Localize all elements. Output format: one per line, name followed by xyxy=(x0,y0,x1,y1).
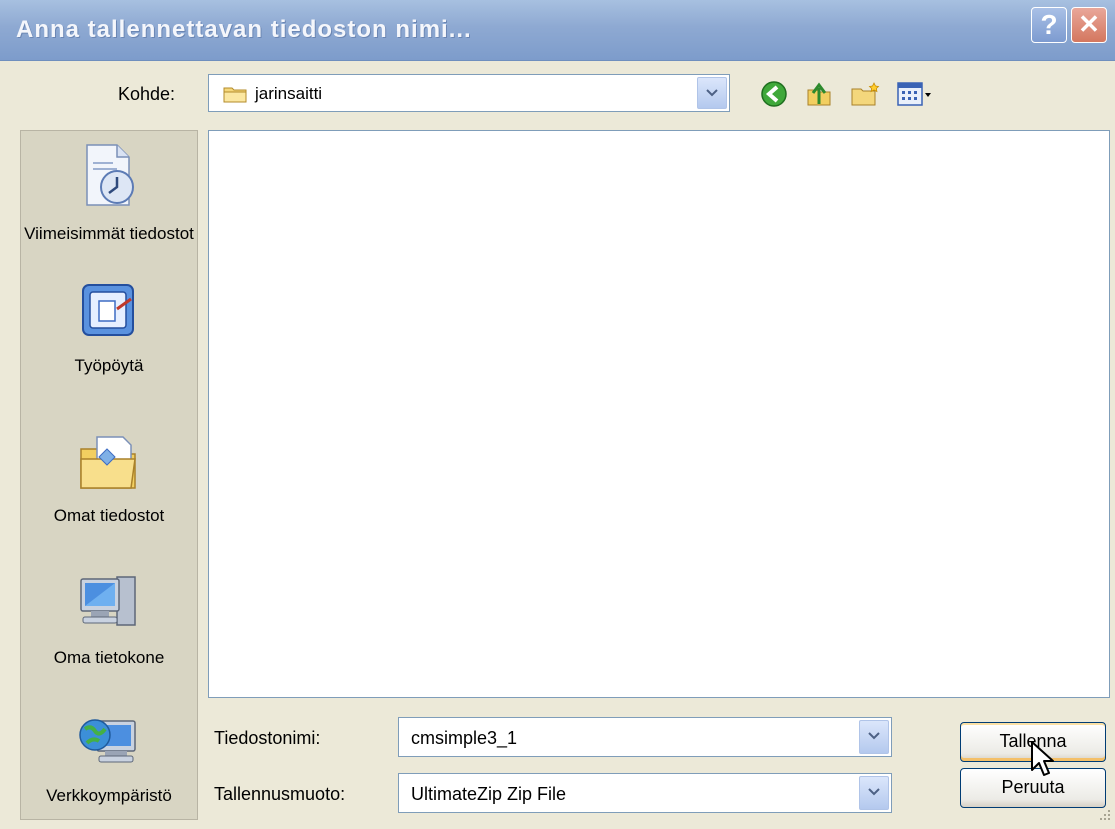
filename-label: Tiedostonimi: xyxy=(214,728,321,748)
places-bar: Viimeisimmät tiedostot Työpöytä Omat tie… xyxy=(20,130,198,820)
title-bar[interactable]: Anna tallennettavan tiedoston nimi... ? … xyxy=(0,0,1115,61)
filetype-dropdown[interactable]: UltimateZip Zip File xyxy=(398,773,892,813)
place-label: Oma tietokone xyxy=(53,648,165,667)
back-icon[interactable] xyxy=(760,80,788,113)
view-menu-icon[interactable] xyxy=(896,80,932,113)
filename-dropdown-button[interactable] xyxy=(859,720,889,754)
place-desktop[interactable]: Työpöytä xyxy=(21,281,197,378)
filetype-value: UltimateZip Zip File xyxy=(411,784,567,804)
location-dropdown-button[interactable] xyxy=(697,77,727,109)
place-label: Verkkoympäristö xyxy=(46,786,172,805)
new-folder-icon[interactable] xyxy=(850,80,880,113)
desktop-icon xyxy=(21,281,197,350)
filetype-label: Tallennusmuoto: xyxy=(214,784,346,804)
recent-documents-icon xyxy=(21,141,197,218)
place-my-computer[interactable]: Oma tietokone xyxy=(21,571,197,670)
place-my-documents[interactable]: Omat tiedostot xyxy=(21,431,197,528)
up-folder-icon[interactable] xyxy=(805,80,833,113)
my-documents-icon xyxy=(21,431,197,500)
filetype-dropdown-button[interactable] xyxy=(859,776,889,810)
location-dropdown[interactable]: jarinsaitti xyxy=(208,74,730,112)
chevron-down-icon xyxy=(706,89,718,97)
chevron-down-icon xyxy=(868,732,880,740)
location-label: Kohde: xyxy=(118,84,176,104)
filename-value: cmsimple3_1 xyxy=(411,728,518,748)
window-title: Anna tallennettavan tiedoston nimi... xyxy=(16,16,472,43)
place-label: Työpöytä xyxy=(74,356,144,375)
my-computer-icon xyxy=(21,571,197,642)
mouse-cursor-icon xyxy=(1030,740,1056,785)
place-recent[interactable]: Viimeisimmät tiedostot xyxy=(21,141,197,246)
close-button[interactable]: ✕ xyxy=(1071,7,1107,43)
help-button[interactable]: ? xyxy=(1031,7,1067,43)
place-label: Omat tiedostot xyxy=(53,506,165,525)
place-network[interactable]: Verkkoympäristö xyxy=(21,709,197,808)
location-value: jarinsaitti xyxy=(255,84,323,103)
network-places-icon xyxy=(21,709,197,780)
place-label: Viimeisimmät tiedostot xyxy=(24,224,194,243)
filename-field[interactable]: cmsimple3_1 xyxy=(398,717,892,757)
folder-icon xyxy=(223,85,247,108)
chevron-down-icon xyxy=(868,788,880,796)
resize-grip-icon[interactable] xyxy=(1096,808,1112,829)
file-list[interactable] xyxy=(208,130,1110,698)
